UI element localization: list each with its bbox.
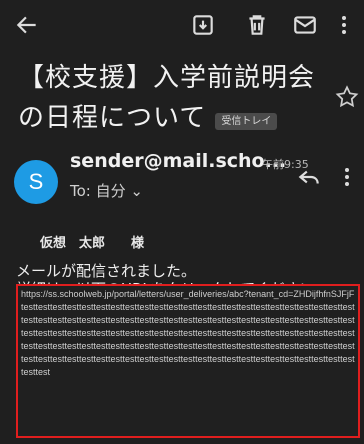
sender-avatar[interactable]: S [14, 160, 58, 204]
archive-icon[interactable] [190, 12, 216, 38]
email-subject: 【校支援】入学前説明会の日程について 受信トレイ [18, 58, 318, 138]
url-highlight-box: https://ss.schoolweb.jp/portal/letters/u… [16, 284, 360, 438]
recipient-details-toggle[interactable]: To: 自分 ⌄ [70, 180, 143, 201]
portal-link[interactable]: https://ss.schoolweb.jp/portal/letters/u… [21, 288, 355, 379]
sender-address[interactable]: sender@mail.scho... [70, 150, 286, 172]
top-app-bar [0, 0, 364, 50]
reply-icon[interactable] [296, 164, 322, 190]
inbox-label-chip[interactable]: 受信トレイ [215, 113, 278, 130]
mark-unread-icon[interactable] [292, 12, 318, 38]
star-icon[interactable] [334, 84, 360, 110]
delete-icon[interactable] [244, 12, 270, 38]
more-vert-icon[interactable] [336, 12, 352, 38]
back-arrow-icon[interactable] [14, 12, 40, 38]
body-line-1: メールが配信されました。 [16, 262, 197, 280]
message-more-icon[interactable] [340, 164, 354, 190]
greeting: 仮想 太郎 様 [40, 236, 145, 251]
